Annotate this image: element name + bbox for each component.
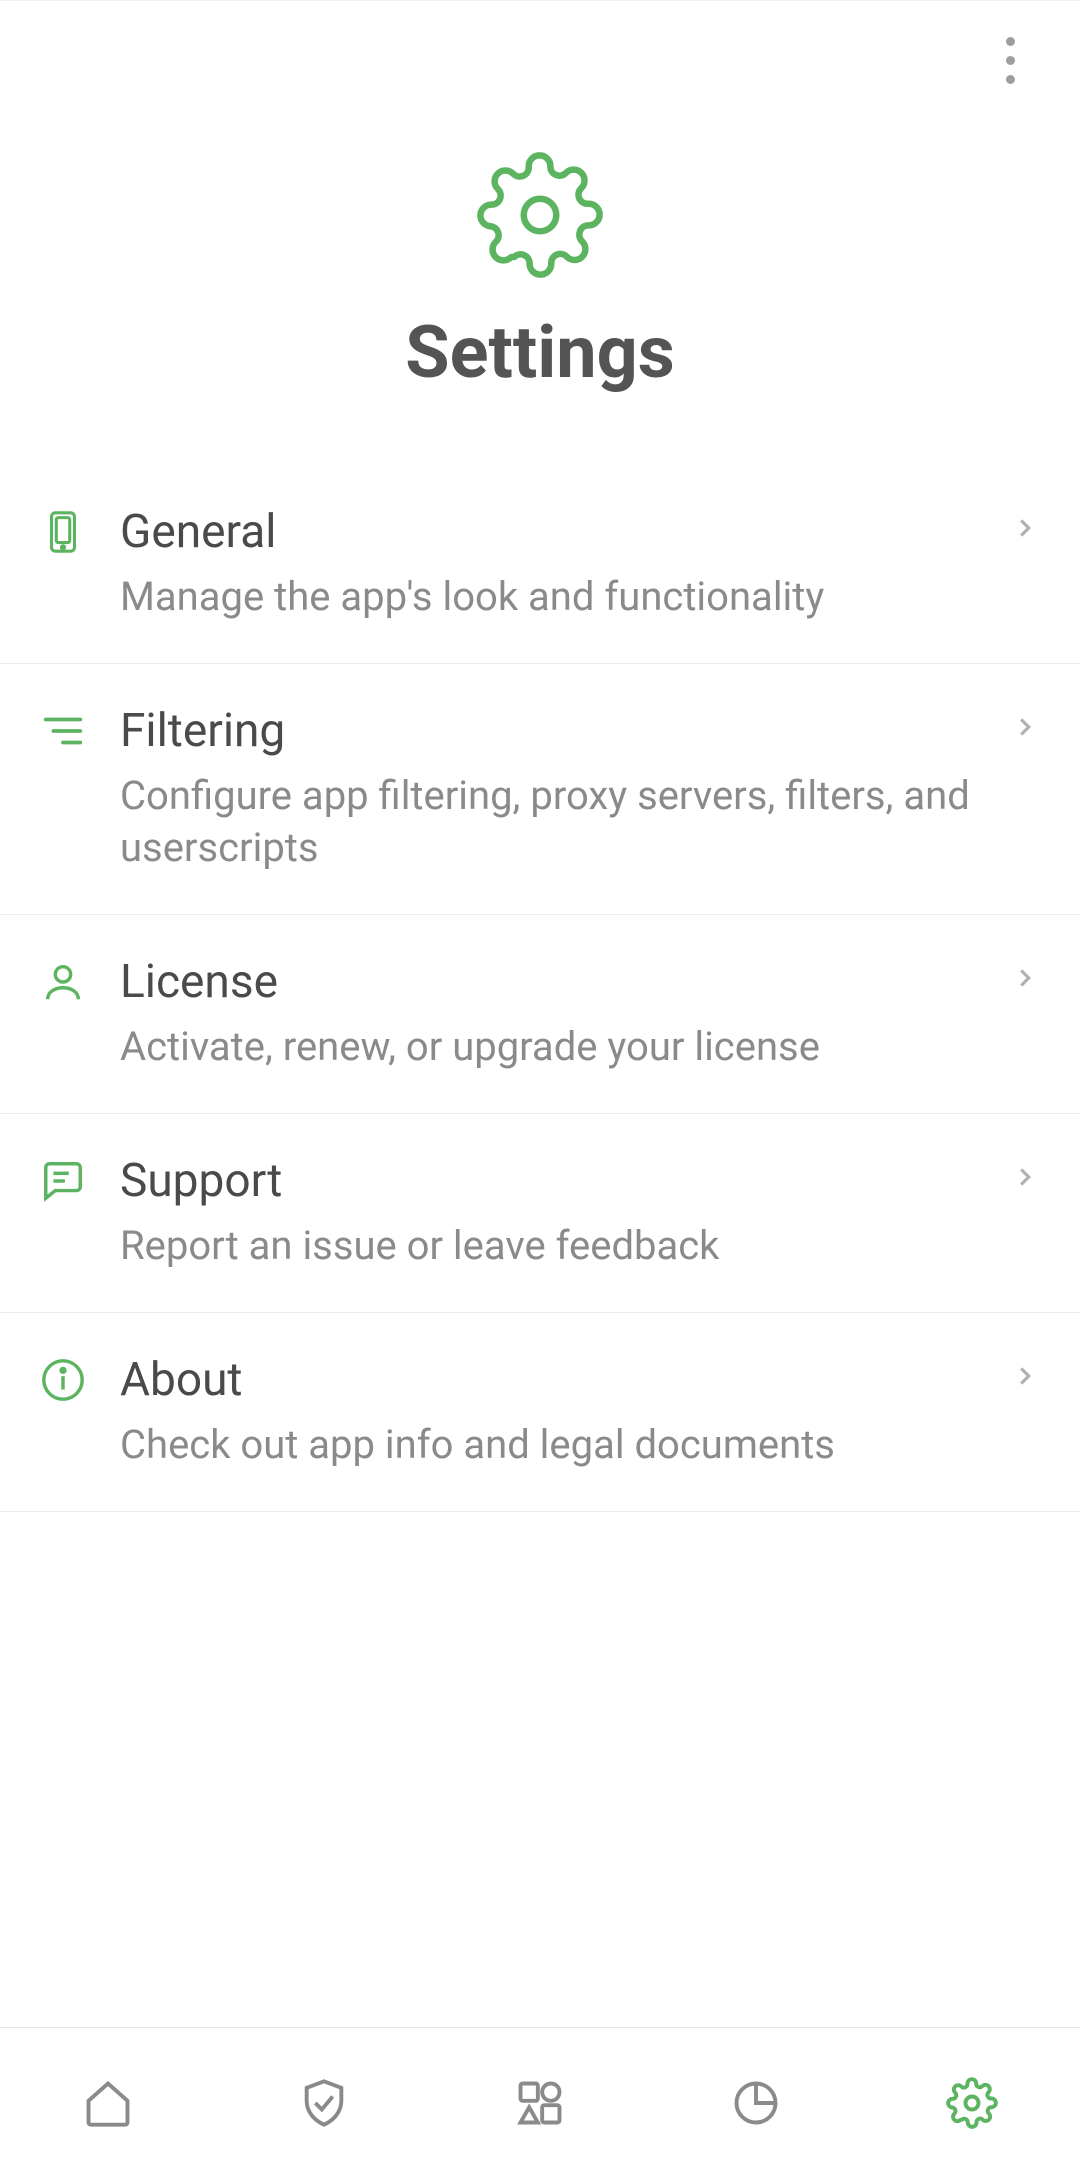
row-subtitle: Configure app filtering, proxy servers, …	[120, 770, 990, 874]
top-bar	[0, 0, 1080, 120]
phone-icon	[40, 505, 120, 555]
filter-lines-icon	[40, 704, 120, 754]
nav-apps[interactable]	[432, 2028, 648, 2177]
page-title: Settings	[405, 310, 674, 395]
chat-icon	[40, 1154, 120, 1204]
nav-stats[interactable]	[648, 2028, 864, 2177]
chevron-right-icon	[1010, 704, 1040, 742]
nav-protection[interactable]	[216, 2028, 432, 2177]
nav-home[interactable]	[0, 2028, 216, 2177]
info-icon	[40, 1353, 120, 1403]
row-general[interactable]: General Manage the app's look and functi…	[0, 465, 1080, 664]
gear-icon	[946, 2077, 998, 2129]
chevron-right-icon	[1010, 1353, 1040, 1391]
row-subtitle: Activate, renew, or upgrade your license	[120, 1021, 990, 1073]
row-subtitle: Manage the app's look and functionality	[120, 571, 990, 623]
row-title: Support	[120, 1154, 990, 1208]
settings-list: General Manage the app's look and functi…	[0, 465, 1080, 2027]
row-license[interactable]: License Activate, renew, or upgrade your…	[0, 915, 1080, 1114]
home-icon	[82, 2077, 134, 2129]
row-subtitle: Report an issue or leave feedback	[120, 1220, 990, 1272]
row-subtitle: Check out app info and legal documents	[120, 1419, 990, 1471]
row-filtering[interactable]: Filtering Configure app filtering, proxy…	[0, 664, 1080, 915]
row-title: License	[120, 955, 990, 1009]
shapes-icon	[514, 2077, 566, 2129]
user-icon	[40, 955, 120, 1005]
row-title: General	[120, 505, 990, 559]
gear-icon	[475, 150, 605, 280]
row-title: About	[120, 1353, 990, 1407]
page-header: Settings	[0, 120, 1080, 465]
shield-check-icon	[298, 2077, 350, 2129]
row-about[interactable]: About Check out app info and legal docum…	[0, 1313, 1080, 1512]
chevron-right-icon	[1010, 505, 1040, 543]
row-support[interactable]: Support Report an issue or leave feedbac…	[0, 1114, 1080, 1313]
nav-settings[interactable]	[864, 2028, 1080, 2177]
chevron-right-icon	[1010, 955, 1040, 993]
pie-chart-icon	[730, 2077, 782, 2129]
bottom-nav	[0, 2027, 1080, 2177]
overflow-menu-icon[interactable]	[980, 31, 1040, 91]
row-title: Filtering	[120, 704, 990, 758]
chevron-right-icon	[1010, 1154, 1040, 1192]
